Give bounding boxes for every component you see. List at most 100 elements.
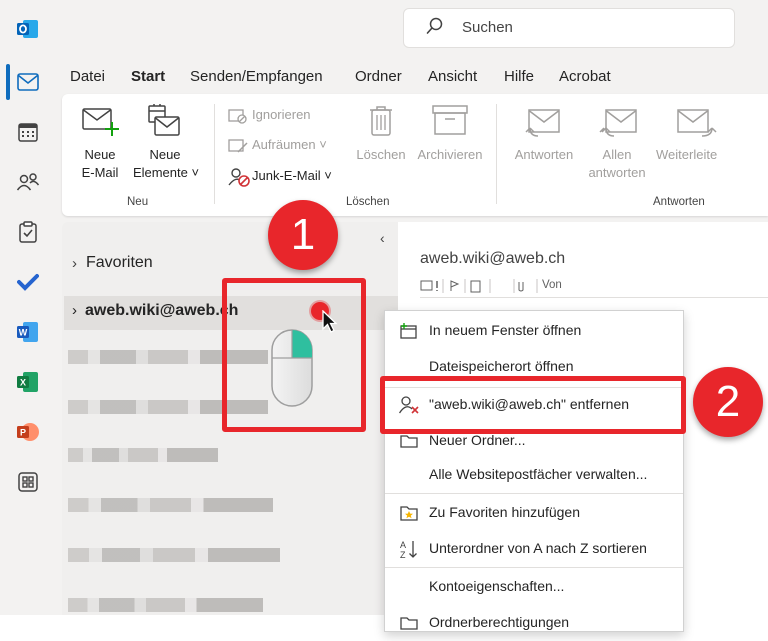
tab-acrobat[interactable]: Acrobat xyxy=(559,68,611,85)
menu-item-sort-subfolders[interactable]: AZ Unterordner von A nach Z sortieren xyxy=(385,531,683,567)
ignore-button[interactable]: Ignorieren xyxy=(228,106,358,126)
step-badge-2: 2 xyxy=(693,367,763,437)
svg-text:X: X xyxy=(20,378,26,388)
chevron-right-icon: › xyxy=(72,255,77,272)
ignore-icon xyxy=(228,108,248,129)
blurred-folder-item[interactable] xyxy=(68,498,273,512)
reply-icon xyxy=(524,108,564,143)
svg-text:Z: Z xyxy=(400,550,406,559)
reply-all-label-1: Allen xyxy=(602,147,632,162)
forward-label: Weiterleite xyxy=(656,147,718,162)
new-items-label-2: Elemente ˅ xyxy=(132,165,200,180)
excel-icon[interactable]: X xyxy=(13,367,43,397)
new-email-icon xyxy=(82,106,120,141)
context-menu: In neuem Fenster öffnen Dateispeicherort… xyxy=(384,310,684,632)
menu-item-open-new-window[interactable]: In neuem Fenster öffnen xyxy=(385,313,683,349)
tasks-icon[interactable] xyxy=(13,217,43,247)
collapse-pane-button[interactable]: ‹ xyxy=(380,230,385,246)
new-email-label-2: E-Mail xyxy=(81,165,119,180)
menu-item-manage-site-mailboxes[interactable]: Alle Websitepostfächer verwalten... xyxy=(385,457,683,493)
cleanup-icon xyxy=(228,138,248,159)
forward-icon xyxy=(676,108,718,143)
message-list-header: aweb.wiki@aweb.ch Von xyxy=(400,222,768,302)
menu-divider xyxy=(385,567,683,568)
column-icons xyxy=(420,279,555,298)
calendar-icon[interactable] xyxy=(13,117,43,147)
step-badge-1: 1 xyxy=(268,200,338,270)
blurred-folder-item[interactable] xyxy=(68,598,263,612)
favorites-node[interactable]: › Favoriten xyxy=(72,253,272,275)
new-items-icon xyxy=(146,104,182,143)
group-label-respond: Antworten xyxy=(653,196,705,208)
cleanup-button[interactable]: Aufräumen ˅ xyxy=(228,136,358,156)
menu-divider xyxy=(385,493,683,494)
archive-label: Archivieren xyxy=(417,147,483,162)
blurred-folder-item[interactable] xyxy=(68,548,280,562)
favorites-label: Favoriten xyxy=(86,254,153,271)
tab-hilfe[interactable]: Hilfe xyxy=(504,68,534,85)
archive-icon xyxy=(432,105,468,140)
highlight-box-1 xyxy=(222,278,366,432)
junk-email-button[interactable]: Junk-E-Mail ˅ xyxy=(228,166,358,187)
menu-item-label: Ordnerberechtigungen xyxy=(429,614,570,630)
people-icon[interactable] xyxy=(13,167,43,197)
chevron-right-icon: › xyxy=(72,302,77,319)
menu-item-account-properties[interactable]: Kontoeigenschaften... xyxy=(385,569,683,605)
reply-button[interactable] xyxy=(516,102,572,182)
svg-text:P: P xyxy=(20,428,26,438)
svg-text:A: A xyxy=(400,540,406,550)
search-placeholder: Suchen xyxy=(462,19,513,36)
tab-datei[interactable]: Datei xyxy=(70,68,105,85)
account-label: aweb.wiki@aweb.ch xyxy=(85,302,239,319)
menu-tabs: Datei Start Senden/Empfangen Ordner Ansi… xyxy=(58,62,768,92)
menu-item-label: Zu Favoriten hinzufügen xyxy=(429,504,580,520)
svg-text:W: W xyxy=(19,328,28,338)
app-rail: W X P xyxy=(0,0,58,615)
permissions-icon xyxy=(399,613,419,633)
search-icon xyxy=(426,17,444,39)
highlight-box-2 xyxy=(380,376,686,434)
rail-selection-indicator xyxy=(6,64,10,100)
delete-label: Löschen xyxy=(356,147,406,162)
archive-button[interactable] xyxy=(420,102,480,182)
tab-senden-empfangen[interactable]: Senden/Empfangen xyxy=(190,68,323,85)
ignore-label: Ignorieren xyxy=(252,107,311,122)
apps-icon[interactable] xyxy=(13,467,43,497)
menu-item-label: Alle Websitepostfächer verwalten... xyxy=(429,466,648,482)
junk-icon xyxy=(228,167,250,192)
word-icon[interactable]: W xyxy=(13,317,43,347)
group-label-new: Neu xyxy=(127,196,149,208)
new-window-icon xyxy=(399,321,419,341)
menu-item-folder-permissions[interactable]: Ordnerberechtigungen xyxy=(385,605,683,641)
mail-icon[interactable] xyxy=(13,67,43,97)
ribbon-separator xyxy=(496,104,497,204)
list-account-title: aweb.wiki@aweb.ch xyxy=(420,250,566,267)
forward-button[interactable] xyxy=(670,102,730,182)
favorite-folder-icon xyxy=(399,503,419,523)
menu-item-add-to-favorites[interactable]: Zu Favoriten hinzufügen xyxy=(385,495,683,531)
powerpoint-icon[interactable]: P xyxy=(13,417,43,447)
menu-item-label: Kontoeigenschaften... xyxy=(429,578,565,594)
new-items-label-1: Neue xyxy=(149,147,181,162)
reply-all-label-2: antworten xyxy=(588,165,646,180)
reply-label: Antworten xyxy=(514,147,574,162)
new-email-label-1: Neue xyxy=(84,147,116,162)
menu-item-label: In neuem Fenster öffnen xyxy=(429,322,582,338)
cleanup-label: Aufräumen ˅ xyxy=(252,137,327,152)
column-from[interactable]: Von xyxy=(542,279,562,291)
tab-start[interactable]: Start xyxy=(131,68,165,85)
tab-ansicht[interactable]: Ansicht xyxy=(428,68,477,85)
todo-icon[interactable] xyxy=(13,267,43,297)
group-label-delete: Löschen xyxy=(346,196,390,208)
blurred-folder-item[interactable] xyxy=(68,448,218,462)
menu-item-label: Dateispeicherort öffnen xyxy=(429,358,574,374)
folder-icon xyxy=(399,431,419,451)
outlook-logo-icon xyxy=(13,14,43,44)
sort-az-icon: AZ xyxy=(399,539,419,559)
delete-icon xyxy=(368,105,394,142)
menu-item-label: Neuer Ordner... xyxy=(429,432,526,448)
tab-ordner[interactable]: Ordner xyxy=(355,68,402,85)
delete-button[interactable] xyxy=(355,102,407,182)
reply-all-icon xyxy=(598,108,638,143)
search-box[interactable]: Suchen xyxy=(403,8,735,48)
